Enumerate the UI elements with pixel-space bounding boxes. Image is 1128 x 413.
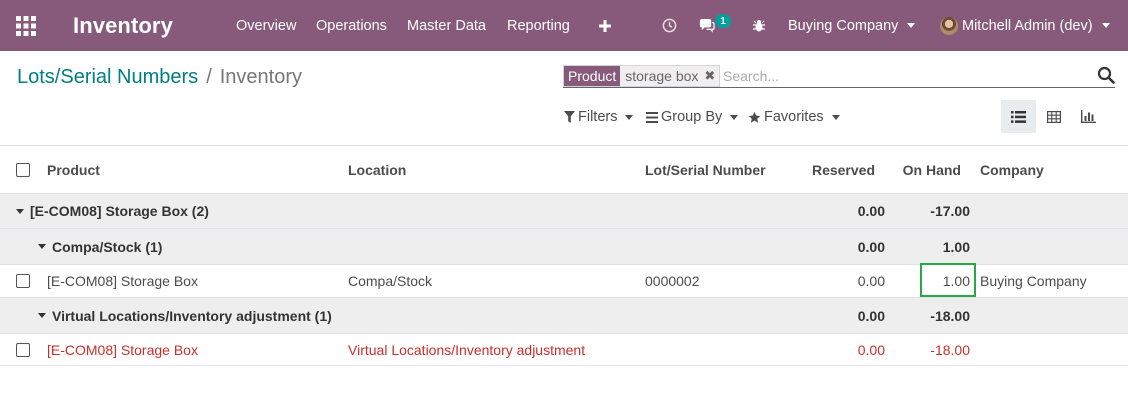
- avatar: [940, 16, 958, 35]
- favorites-label: Favorites: [764, 109, 824, 125]
- bars-icon: [646, 111, 658, 123]
- column-on-hand[interactable]: On Hand: [880, 146, 961, 193]
- chevron-down-icon: [1101, 23, 1110, 28]
- breadcrumb-parent[interactable]: Lots/Serial Numbers: [17, 66, 198, 89]
- search-facet: Product storage box ✖: [563, 65, 721, 87]
- group-on-hand: 1.00: [942, 238, 970, 255]
- user-name: Mitchell Admin (dev): [962, 17, 1093, 34]
- search-bar: Product storage box ✖: [563, 63, 1115, 88]
- top-navbar: Inventory Overview Operations Master Dat…: [0, 0, 1128, 51]
- cell-product[interactable]: [E-COM08] Storage Box: [47, 334, 198, 365]
- cell-reserved: 0.00: [857, 273, 885, 289]
- row-checkbox[interactable]: [16, 265, 30, 297]
- cell-on-hand[interactable]: -18.00: [880, 334, 970, 365]
- chevron-down-icon: [730, 114, 739, 120]
- close-icon[interactable]: ✖: [704, 68, 715, 84]
- chevron-down-icon: [625, 114, 634, 120]
- table-header: Product Location Lot/Serial Number Reser…: [0, 146, 1128, 194]
- facet-value-text: storage box: [625, 68, 699, 84]
- favorites-dropdown[interactable]: Favorites: [748, 107, 840, 127]
- company-name: Buying Company: [788, 17, 899, 34]
- graph-view-icon[interactable]: [1071, 100, 1106, 133]
- chevron-down-icon: [907, 23, 916, 28]
- breadcrumb-separator: /: [206, 65, 212, 88]
- cell-location[interactable]: Compa/Stock: [348, 265, 432, 297]
- menu-overview[interactable]: Overview: [236, 0, 296, 51]
- group-reserved: 0.00: [857, 307, 885, 324]
- breadcrumb: Lots/Serial Numbers / Inventory: [17, 64, 302, 90]
- filter-icon: [564, 111, 575, 123]
- star-icon: [748, 111, 761, 124]
- caret-down-icon: [38, 313, 46, 318]
- group-reserved: 0.00: [857, 238, 885, 255]
- facet-label: Product: [564, 66, 621, 86]
- company-switcher[interactable]: Buying Company: [788, 0, 916, 51]
- column-lot[interactable]: Lot/Serial Number: [645, 146, 766, 193]
- column-location[interactable]: Location: [348, 146, 406, 193]
- column-reserved[interactable]: Reserved: [790, 146, 875, 193]
- app-name[interactable]: Inventory: [73, 0, 173, 51]
- caret-down-icon: [38, 244, 46, 249]
- menu-reporting[interactable]: Reporting: [507, 0, 570, 51]
- filters-dropdown[interactable]: Filters: [564, 107, 634, 127]
- menu-operations[interactable]: Operations: [316, 0, 387, 51]
- list-view-icon[interactable]: [1001, 100, 1036, 133]
- group-title: Virtual Locations/Inventory adjustment (…: [52, 307, 332, 324]
- group-title: [E-COM08] Storage Box (2): [30, 203, 209, 219]
- group-row[interactable]: Virtual Locations/Inventory adjustment (…: [0, 298, 1128, 334]
- cell-location[interactable]: Virtual Locations/Inventory adjustment: [348, 334, 585, 365]
- pivot-view-icon[interactable]: [1036, 100, 1071, 133]
- bug-icon[interactable]: [751, 0, 767, 51]
- select-all-checkbox[interactable]: [16, 146, 30, 193]
- group-label: Virtual Locations/Inventory adjustment (…: [38, 298, 332, 333]
- chevron-down-icon: [831, 114, 840, 120]
- group-on-hand: -17.00: [930, 203, 970, 219]
- caret-down-icon: [16, 208, 24, 214]
- chat-icon[interactable]: [697, 0, 715, 51]
- messages-count-badge: 1: [715, 14, 731, 28]
- filters-label: Filters: [578, 109, 618, 125]
- group-row[interactable]: [E-COM08] Storage Box (2) 0.00 -17.00: [0, 194, 1128, 229]
- search-input[interactable]: [723, 65, 1083, 86]
- group-by-dropdown[interactable]: Group By: [646, 107, 739, 127]
- cell-reserved: 0.00: [857, 341, 885, 358]
- group-title: Compa/Stock (1): [52, 238, 163, 255]
- breadcrumb-current: Inventory: [219, 65, 303, 88]
- cell-product[interactable]: [E-COM08] Storage Box: [47, 265, 198, 297]
- column-company[interactable]: Company: [980, 146, 1044, 193]
- user-menu[interactable]: Mitchell Admin (dev): [940, 0, 1110, 51]
- row-checkbox[interactable]: [16, 334, 30, 365]
- group-on-hand: -18.00: [930, 307, 970, 324]
- facet-value: storage box ✖: [620, 66, 720, 86]
- group-by-label: Group By: [661, 109, 723, 125]
- cell-lot[interactable]: 0000002: [645, 265, 700, 297]
- cell-company[interactable]: Buying Company: [980, 265, 1087, 297]
- plus-icon[interactable]: [597, 0, 613, 51]
- menu-master-data[interactable]: Master Data: [407, 0, 486, 51]
- search-icon[interactable]: [1097, 66, 1115, 84]
- group-reserved: 0.00: [857, 203, 885, 219]
- group-row[interactable]: Compa/Stock (1) 0.00 1.00: [0, 229, 1128, 265]
- column-product[interactable]: Product: [47, 146, 100, 193]
- on-hand-edit-field[interactable]: [920, 263, 976, 297]
- app-menu-icon[interactable]: [13, 0, 39, 51]
- group-label: [E-COM08] Storage Box (2): [16, 194, 209, 228]
- table-row[interactable]: [E-COM08] Storage Box Virtual Locations/…: [0, 334, 1128, 366]
- clock-icon[interactable]: [660, 0, 678, 51]
- group-label: Compa/Stock (1): [38, 229, 162, 264]
